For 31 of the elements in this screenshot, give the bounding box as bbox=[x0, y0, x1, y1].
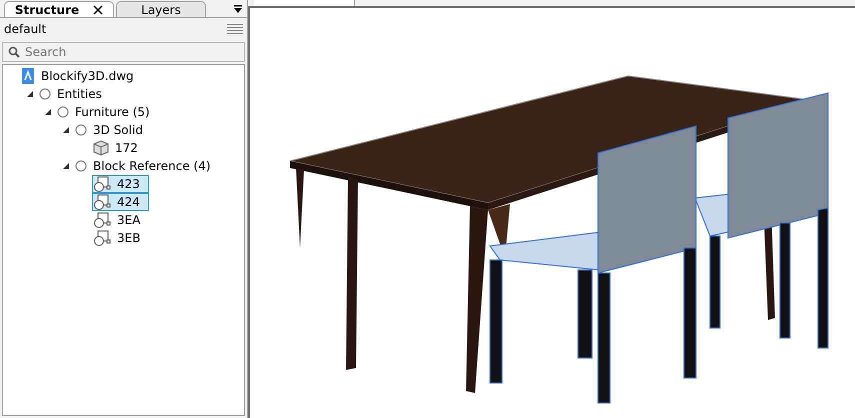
circle-icon bbox=[75, 124, 87, 136]
collapse-arrow-icon[interactable] bbox=[25, 89, 35, 99]
search-field[interactable]: Search bbox=[2, 42, 245, 62]
block-reference-icon bbox=[93, 212, 111, 228]
tree-item[interactable]: Blockify3D.dwg bbox=[20, 67, 143, 85]
tree-item[interactable]: Furniture (5) bbox=[56, 103, 159, 121]
collapse-arrow-icon[interactable] bbox=[61, 161, 71, 171]
block-reference-icon bbox=[93, 194, 111, 210]
tree-item[interactable]: 424 bbox=[92, 193, 149, 211]
search-icon bbox=[8, 46, 20, 58]
menu-icon[interactable] bbox=[227, 23, 243, 35]
tree-item[interactable]: Entities bbox=[38, 85, 111, 103]
tree-item[interactable]: Block Reference (4) bbox=[74, 157, 220, 175]
collapse-arrow-icon[interactable] bbox=[61, 125, 71, 135]
tree-item[interactable]: 3EB bbox=[92, 229, 150, 247]
structure-name: default bbox=[4, 22, 46, 36]
drawing-file-icon bbox=[21, 68, 35, 84]
tree-item[interactable]: 423 bbox=[92, 175, 149, 193]
circle-icon bbox=[39, 88, 51, 100]
circle-icon bbox=[57, 106, 69, 118]
panel-tab[interactable]: Structure bbox=[4, 1, 114, 17]
block-reference-icon bbox=[93, 176, 111, 192]
block-reference-icon bbox=[93, 230, 111, 246]
cube-icon bbox=[93, 140, 109, 156]
collapse-arrow-icon[interactable] bbox=[43, 107, 53, 117]
tree-item[interactable]: 3D Solid bbox=[74, 121, 152, 139]
circle-icon bbox=[75, 160, 87, 172]
tree-item[interactable]: 172 bbox=[92, 139, 147, 157]
panel-tab[interactable]: Layers bbox=[116, 1, 206, 17]
close-icon[interactable] bbox=[93, 4, 104, 14]
tree-item[interactable]: 3EA bbox=[92, 211, 150, 229]
